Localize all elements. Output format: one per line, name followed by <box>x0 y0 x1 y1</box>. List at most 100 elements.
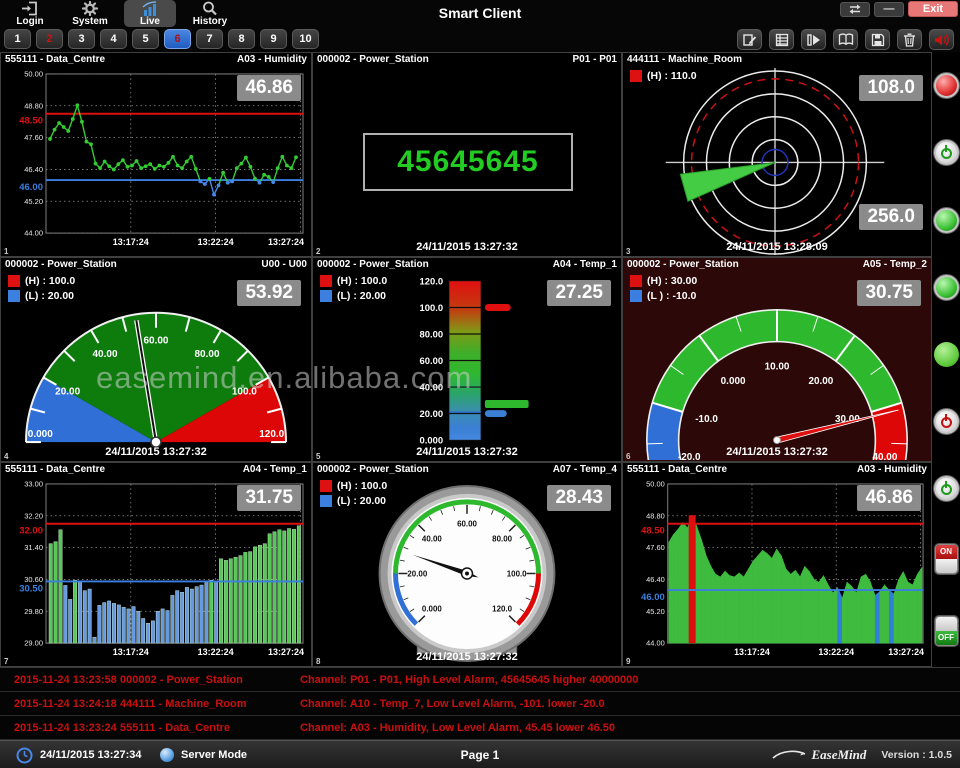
power-button-green-1[interactable] <box>934 140 959 165</box>
clock-icon <box>16 747 33 764</box>
restore-button[interactable] <box>840 2 870 17</box>
panel-gauge-semi[interactable]: 000002 - Power_StationU00 - U00 0.00020.… <box>0 257 312 462</box>
svg-text:120.0: 120.0 <box>259 429 284 440</box>
legend-entry: (L) : 20.00 <box>320 495 387 507</box>
svg-text:48.80: 48.80 <box>24 101 43 110</box>
svg-text:48.50: 48.50 <box>19 116 43 127</box>
svg-text:40.00: 40.00 <box>92 349 117 360</box>
led-indicator-green[interactable] <box>934 342 959 367</box>
alarm-row[interactable]: 2015-11-24 13:24:18444111 - Machine_Room… <box>0 692 960 716</box>
alarm-station: 555111 - Data_Centre <box>110 722 292 734</box>
svg-text:-10.0: -10.0 <box>695 414 718 425</box>
channel-label: A03 - Humidity <box>857 464 927 476</box>
svg-text:44.00: 44.00 <box>646 639 665 648</box>
alarm-time: 2015-11-24 13:23:24 <box>0 722 110 734</box>
legend-entry: (H) : 110.0 <box>630 70 697 82</box>
panel-radar[interactable]: 444111 - Machine_Room (H) : 110.0 108.0 … <box>622 52 932 257</box>
page-tab-3[interactable]: 3 <box>68 29 95 49</box>
alarm-time: 2015-11-24 13:23:58 <box>0 674 110 686</box>
panel-gauge-arc-alarm[interactable]: 000002 - Power_StationA05 - Temp_2 -20.0… <box>622 257 932 462</box>
alarm-station: 444111 - Machine_Room <box>110 698 292 710</box>
station-label: 555111 - Data_Centre <box>627 464 727 476</box>
panel-bar-chart[interactable]: 555111 - Data_CentreA04 - Temp_1 33.0032… <box>0 462 312 667</box>
panel-index: 1 <box>4 247 8 256</box>
minimize-button[interactable]: — <box>874 2 904 17</box>
svg-text:60.00: 60.00 <box>143 336 168 347</box>
channel-label: A07 - Temp_4 <box>553 464 617 476</box>
panel-digital-readout[interactable]: 000002 - Power_StationP01 - P01 45645645… <box>312 52 622 257</box>
status-lamp-green-2[interactable] <box>934 275 959 300</box>
legend-color-swatch <box>320 290 332 302</box>
alarm-station: 000002 - Power_Station <box>110 674 292 686</box>
value-badge: 53.92 <box>237 280 301 306</box>
svg-text:0.000: 0.000 <box>28 429 53 440</box>
panel-gauge-round[interactable]: 000002 - Power_Station A07 - Temp_4 0.000… <box>312 462 622 667</box>
panel-index: 4 <box>4 452 8 461</box>
alarm-time: 2015-11-24 13:24:18 <box>0 698 110 710</box>
svg-text:47.60: 47.60 <box>646 543 665 552</box>
value-badge-bottom: 256.0 <box>859 204 923 230</box>
page-tab-1[interactable]: 1 <box>4 29 31 49</box>
svg-text:44.00: 44.00 <box>24 229 43 238</box>
channel-label: P01 - P01 <box>573 54 617 66</box>
edit-icon <box>742 33 757 47</box>
rocker-switch-on[interactable]: ON <box>935 544 958 574</box>
legend: (H) : 110.0 <box>630 70 697 85</box>
page-tab-2[interactable]: 2 <box>36 29 63 49</box>
legend-label: (L ) : -10.0 <box>647 290 696 302</box>
svg-text:80.00: 80.00 <box>492 534 512 543</box>
run-icon <box>806 33 821 47</box>
book-button[interactable] <box>833 29 858 50</box>
edit-button[interactable] <box>737 29 762 50</box>
page-tab-8[interactable]: 8 <box>228 29 255 49</box>
legend: (H) : 100.0 (L) : 20.00 <box>320 275 387 305</box>
run-button[interactable] <box>801 29 826 50</box>
trash-button[interactable] <box>897 29 922 50</box>
panel-vertical-bar-gauge[interactable]: 000002 - Power_StationA04 - Temp_1 120.0… <box>312 257 622 462</box>
legend-color-swatch <box>320 495 332 507</box>
svg-text:0.000: 0.000 <box>422 605 442 614</box>
alarm-lamp-red[interactable] <box>934 73 959 98</box>
legend-entry: (L) : 20.00 <box>8 290 75 302</box>
alarm-row[interactable]: 2015-11-24 13:23:58000002 - Power_Statio… <box>0 668 960 692</box>
brand-logo-text: EaseMind <box>811 747 866 763</box>
page-tab-9[interactable]: 9 <box>260 29 287 49</box>
svg-text:50.00: 50.00 <box>24 69 43 78</box>
rocker-switch-off[interactable]: OFF <box>935 616 958 646</box>
panel-index: 5 <box>316 452 320 461</box>
channel-label: A05 - Temp_2 <box>863 259 927 271</box>
legend-color-swatch <box>8 290 20 302</box>
panel-trend-humidity[interactable]: 555111 - Data_CentreA03 - Humidity 50.00… <box>0 52 312 257</box>
page-tab-4[interactable]: 4 <box>100 29 127 49</box>
svg-text:13:17:24: 13:17:24 <box>113 237 149 247</box>
svg-text:20.00: 20.00 <box>55 386 80 397</box>
page-tab-10[interactable]: 10 <box>292 29 319 49</box>
alarm-list: 2015-11-24 13:23:58000002 - Power_Statio… <box>0 667 960 740</box>
svg-text:40.00: 40.00 <box>422 534 442 543</box>
status-lamp-green-1[interactable] <box>934 208 959 233</box>
restore-icon <box>848 3 862 15</box>
page-tab-6[interactable]: 6 <box>164 29 191 49</box>
version-label: Version : 1.0.5 <box>881 749 952 761</box>
alarm-row[interactable]: 2015-11-24 13:23:24555111 - Data_CentreC… <box>0 716 960 740</box>
station-label: 000002 - Power_Station <box>317 464 429 476</box>
power-button-green-2[interactable] <box>934 476 959 501</box>
panel-index: 3 <box>626 247 630 256</box>
panel-area-chart[interactable]: 555111 - Data_CentreA03 - Humidity 50.00… <box>622 462 932 667</box>
legend-label: (L) : 20.00 <box>337 290 386 302</box>
legend-entry: (H) : 100.0 <box>320 480 387 492</box>
legend-entry: (H) : 100.0 <box>8 275 75 287</box>
svg-text:0.000: 0.000 <box>721 376 746 387</box>
exit-button[interactable]: Exit <box>908 1 958 17</box>
page-tab-5[interactable]: 5 <box>132 29 159 49</box>
legend-label: (H) : 100.0 <box>337 275 387 287</box>
save-button[interactable] <box>865 29 890 50</box>
page-tab-7[interactable]: 7 <box>196 29 223 49</box>
power-button-red[interactable] <box>934 409 959 434</box>
svg-text:29.00: 29.00 <box>24 639 43 648</box>
value-badge: 46.86 <box>857 485 921 511</box>
svg-text:46.40: 46.40 <box>24 165 43 174</box>
audio-alarm-button[interactable] <box>929 29 954 50</box>
list-button[interactable] <box>769 29 794 50</box>
svg-text:13:22:24: 13:22:24 <box>198 647 234 657</box>
